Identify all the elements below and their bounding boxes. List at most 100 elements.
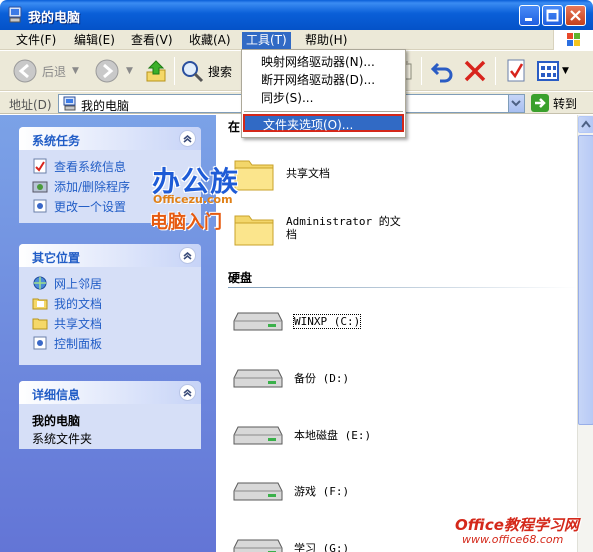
back-button[interactable]: 后退 ▼ <box>12 57 79 85</box>
place-control-panel[interactable]: 控制面板 <box>32 333 191 353</box>
system-tasks-header[interactable]: 系统任务 <box>19 127 201 150</box>
my-documents-folder-icon <box>32 298 48 310</box>
menu-disconnect-network-drive[interactable]: 断开网络驱动器(D)... <box>243 71 404 89</box>
group-header-files: 在 <box>228 120 241 134</box>
item-label: 游戏 (F:) <box>294 485 350 498</box>
menu-separator <box>244 111 403 112</box>
go-button[interactable]: 转到 <box>531 94 577 112</box>
window-title: 我的电脑 <box>28 11 81 26</box>
vertical-scrollbar[interactable] <box>577 115 593 552</box>
maximize-button[interactable] <box>542 5 563 26</box>
forward-arrow-icon <box>95 59 119 83</box>
menu-file[interactable]: 文件(F) <box>12 32 60 49</box>
close-button[interactable] <box>565 5 586 26</box>
task-label: 添加/删除程序 <box>54 179 131 194</box>
arrow-up-icon <box>581 120 591 128</box>
back-arrow-icon <box>13 59 37 83</box>
search-button[interactable]: 搜索 <box>180 57 232 85</box>
menu-tools[interactable]: 工具(T) <box>242 32 291 49</box>
toolbar-separator <box>495 57 496 85</box>
up-folder-icon <box>146 60 166 82</box>
add-remove-programs-icon <box>32 181 48 193</box>
go-arrow-icon <box>531 94 549 112</box>
details-header[interactable]: 详细信息 <box>19 381 201 404</box>
folder-administrator-documents[interactable]: Administrator 的文档 <box>232 208 401 248</box>
collapse-button[interactable] <box>179 247 196 264</box>
views-dropdown-arrow-icon[interactable]: ▼ <box>562 66 569 76</box>
menu-map-network-drive[interactable]: 映射网络驱动器(N)... <box>243 53 404 71</box>
address-dropdown-button[interactable] <box>508 95 524 112</box>
address-value: 我的电脑 <box>81 99 130 113</box>
my-computer-small-icon <box>63 96 76 111</box>
chevron-up-double-icon <box>183 388 192 397</box>
menu-synchronize[interactable]: 同步(S)... <box>243 89 404 107</box>
corner-watermark-title: Office教程学习网 <box>455 516 579 534</box>
menu-folder-options[interactable]: 文件夹选项(O)... <box>243 114 404 132</box>
place-label: 网上邻居 <box>54 276 103 291</box>
undo-button[interactable] <box>430 57 456 85</box>
hard-drive-icon <box>233 312 283 331</box>
place-shared-documents[interactable]: 共享文档 <box>32 313 191 333</box>
other-places-header[interactable]: 其它位置 <box>19 244 201 267</box>
tools-dropdown-menu: 映射网络驱动器(N)... 断开网络驱动器(D)... 同步(S)... 文件夹… <box>241 49 406 138</box>
item-label: Administrator 的文档 <box>286 215 401 241</box>
go-label: 转到 <box>553 96 578 111</box>
shared-folder-icon <box>32 318 48 330</box>
forward-dropdown-arrow-icon[interactable]: ▼ <box>126 66 133 76</box>
chevron-down-icon <box>511 100 521 107</box>
menu-favorites[interactable]: 收藏(A) <box>185 32 235 49</box>
folder-shared-documents[interactable]: 共享文档 <box>232 153 330 193</box>
drive-f[interactable]: 游戏 (F:) <box>232 477 349 505</box>
place-label: 我的文档 <box>54 296 103 311</box>
forward-button[interactable]: ▼ <box>94 57 133 85</box>
watermark-logo-url: Officezu.com <box>153 193 233 206</box>
delete-x-icon <box>464 60 486 82</box>
views-grid-icon <box>537 61 559 81</box>
delete-button[interactable] <box>462 57 488 85</box>
item-label: 学习 (G:) <box>294 542 350 552</box>
drive-e[interactable]: 本地磁盘 (E:) <box>232 421 371 449</box>
group-header-hard-disks: 硬盘 <box>228 271 253 285</box>
place-my-documents[interactable]: 我的文档 <box>32 293 191 313</box>
system-info-icon <box>33 158 47 174</box>
folder-icon <box>234 215 274 246</box>
file-list-view[interactable]: 在 共享文档 Administrator 的文档 硬盘 WINXP (C:) 备… <box>216 115 577 552</box>
title-bar[interactable]: 我的电脑 <box>0 0 593 30</box>
system-tasks-title: 系统任务 <box>32 134 81 148</box>
hard-drive-icon <box>233 482 283 501</box>
item-label: 共享文档 <box>286 167 330 180</box>
back-dropdown-arrow-icon[interactable]: ▼ <box>72 66 79 76</box>
maximize-icon <box>546 9 559 22</box>
network-globe-icon <box>33 276 47 290</box>
collapse-button[interactable] <box>179 384 196 401</box>
task-label: 更改一个设置 <box>54 199 127 214</box>
undo-arrow-icon <box>430 62 453 83</box>
properties-button[interactable] <box>504 57 528 85</box>
search-magnifier-icon <box>182 61 204 83</box>
group-divider <box>228 287 577 288</box>
chevron-up-double-icon <box>183 134 192 143</box>
minimize-button[interactable] <box>519 5 540 26</box>
scroll-up-button[interactable] <box>578 116 593 133</box>
minimize-icon <box>525 18 532 21</box>
item-label: WINXP (C:) <box>292 313 362 329</box>
menu-edit[interactable]: 编辑(E) <box>70 32 119 49</box>
close-icon <box>570 10 581 21</box>
place-label: 控制面板 <box>54 336 103 351</box>
up-folder-button[interactable] <box>144 57 168 85</box>
menu-help[interactable]: 帮助(H) <box>301 32 351 49</box>
menu-bar: 文件(F) 编辑(E) 查看(V) 收藏(A) 工具(T) 帮助(H) <box>0 30 593 50</box>
drive-g[interactable]: 学习 (G:) <box>232 534 349 552</box>
place-network-neighborhood[interactable]: 网上邻居 <box>32 273 191 293</box>
drive-c[interactable]: WINXP (C:) <box>232 307 362 335</box>
properties-check-icon <box>507 59 525 82</box>
scroll-thumb[interactable] <box>578 135 593 425</box>
details-title: 详细信息 <box>32 388 81 402</box>
menu-view[interactable]: 查看(V) <box>127 32 177 49</box>
toolbar-separator <box>174 57 175 85</box>
watermark-logo-subtitle: 电脑入门 <box>150 212 222 233</box>
views-button[interactable]: ▼ <box>536 57 569 85</box>
item-label: 备份 (D:) <box>294 372 350 385</box>
drive-d[interactable]: 备份 (D:) <box>232 364 349 392</box>
collapse-button[interactable] <box>179 130 196 147</box>
